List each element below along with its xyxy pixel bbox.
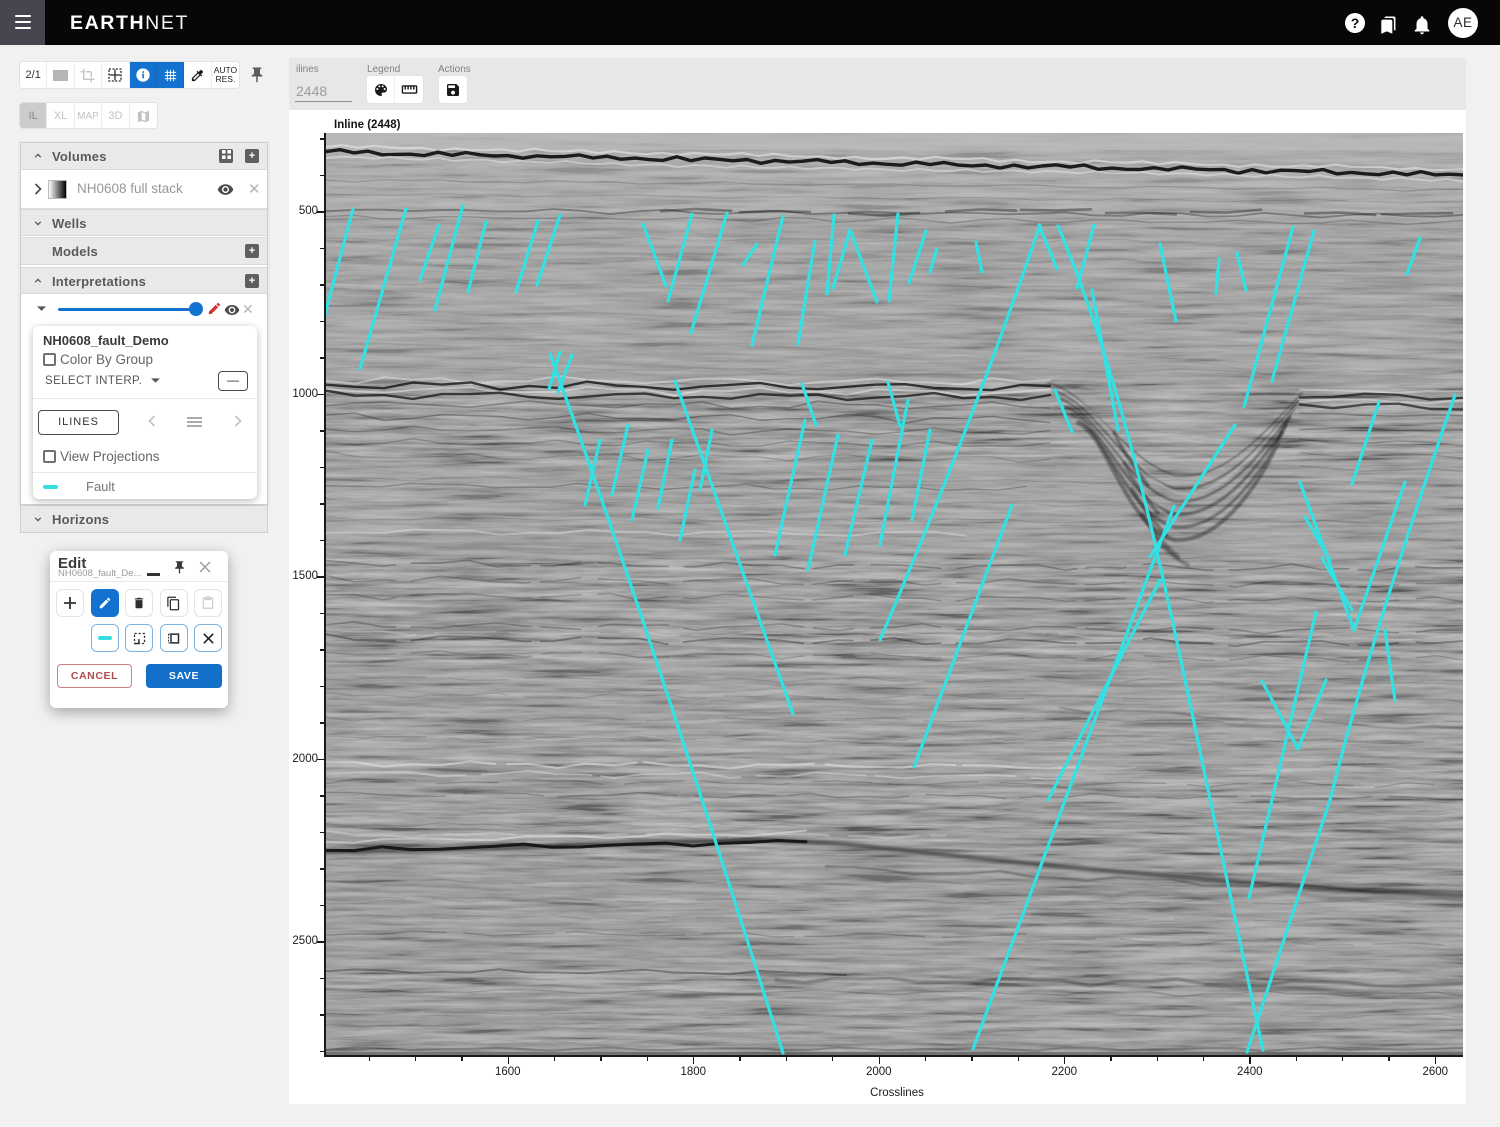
svg-text:?: ? xyxy=(1351,15,1360,31)
